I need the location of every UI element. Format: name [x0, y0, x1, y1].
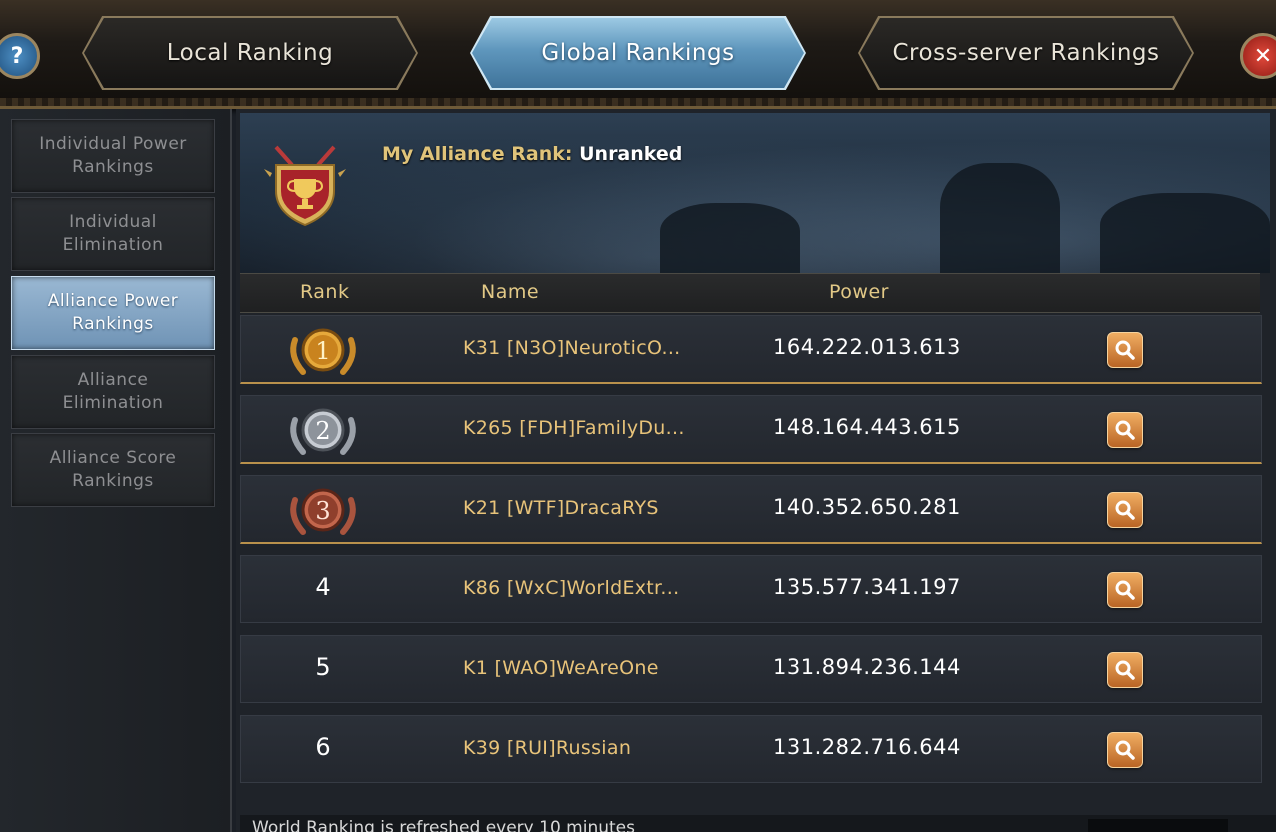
- refresh-note-text: World Ranking is refreshed every 10 minu…: [252, 818, 635, 832]
- alliance-name: K265 [FDH]FamilyDu...: [463, 417, 685, 439]
- view-alliance-button[interactable]: [1107, 492, 1143, 528]
- view-alliance-button[interactable]: [1107, 652, 1143, 688]
- my-alliance-rank-value: Unranked: [579, 143, 683, 165]
- tab-label: Local Ranking: [166, 40, 334, 66]
- column-header-power: Power: [829, 281, 889, 303]
- magnifier-icon: [1115, 500, 1135, 520]
- table-row[interactable]: 2 K265 [FDH]FamilyDu... 148.164.443.615: [240, 395, 1262, 464]
- rank-number: 5: [315, 653, 331, 681]
- tab-label: Cross-server Rankings: [892, 40, 1160, 66]
- alliance-rank-banner: My Alliance Rank: Unranked: [240, 113, 1270, 273]
- my-alliance-rank: My Alliance Rank: Unranked: [382, 143, 682, 165]
- medal-rank-text: 1: [315, 337, 330, 365]
- view-alliance-button[interactable]: [1107, 412, 1143, 448]
- column-header-rank: Rank: [300, 281, 350, 303]
- alliance-power: 131.894.236.144: [773, 655, 961, 679]
- sidebar-item-alliance-elimination[interactable]: Alliance Elimination: [11, 355, 215, 429]
- alliance-name: K39 [RUI]Russian: [463, 737, 632, 759]
- table-row[interactable]: 3 K21 [WTF]DracaRYS 140.352.650.281: [240, 475, 1262, 544]
- alliance-name: K86 [WxC]WorldExtr...: [463, 577, 680, 599]
- medal-rank-text: 3: [315, 497, 330, 525]
- alliance-power: 140.352.650.281: [773, 495, 961, 519]
- laurel-medal-icon: 2: [290, 408, 356, 455]
- table-row[interactable]: 5 K1 [WAO]WeAreOne 131.894.236.144: [240, 635, 1262, 703]
- view-alliance-button[interactable]: [1107, 332, 1143, 368]
- top-tab-bar: ? Local Ranking Global Rankings Cross-se…: [0, 0, 1276, 109]
- alliance-power: 131.282.716.644: [773, 735, 961, 759]
- tab-local-ranking[interactable]: Local Ranking: [82, 16, 418, 90]
- laurel-medal-icon: 3: [290, 488, 356, 535]
- tab-global-rankings[interactable]: Global Rankings: [470, 16, 806, 90]
- table-row[interactable]: 6 K39 [RUI]Russian 131.282.716.644: [240, 715, 1262, 783]
- medal-rank-text: 2: [315, 417, 330, 445]
- magnifier-icon: [1115, 580, 1135, 600]
- question-icon: ?: [10, 43, 24, 69]
- close-button[interactable]: ✕: [1240, 33, 1276, 79]
- tab-cross-server-rankings[interactable]: Cross-server Rankings: [858, 16, 1194, 90]
- alliance-power: 164.222.013.613: [773, 335, 961, 359]
- alliance-name: K1 [WAO]WeAreOne: [463, 657, 659, 679]
- my-alliance-rank-label: My Alliance Rank:: [382, 143, 573, 165]
- rankings-panel: My Alliance Rank: Unranked Rank Name Pow…: [236, 109, 1276, 832]
- sidebar-item-alliance-score-rankings[interactable]: Alliance Score Rankings: [11, 433, 215, 507]
- column-header-name: Name: [481, 281, 540, 303]
- alliance-power: 148.164.443.615: [773, 415, 961, 439]
- magnifier-icon: [1115, 420, 1135, 440]
- magnifier-icon: [1115, 340, 1135, 360]
- trophy-shield-icon: [264, 145, 346, 227]
- magnifier-icon: [1115, 740, 1135, 760]
- table-row[interactable]: 1 K31 [N3O]NeuroticO... 164.222.013.613: [240, 315, 1262, 384]
- close-icon: ✕: [1253, 43, 1273, 69]
- alliance-name: K31 [N3O]NeuroticO...: [463, 337, 681, 359]
- alliance-power: 135.577.341.197: [773, 575, 961, 599]
- sidebar-item-individual-elimination[interactable]: Individual Elimination: [11, 197, 215, 271]
- sidebar-item-alliance-power-rankings[interactable]: Alliance Power Rankings: [11, 276, 215, 350]
- table-row[interactable]: 4 K86 [WxC]WorldExtr... 135.577.341.197: [240, 555, 1262, 623]
- view-alliance-button[interactable]: [1107, 732, 1143, 768]
- laurel-medal-icon: 1: [290, 328, 356, 375]
- alliance-name: K21 [WTF]DracaRYS: [463, 497, 659, 519]
- ranking-category-sidebar: Individual Power Rankings Individual Eli…: [0, 109, 232, 832]
- tab-label: Global Rankings: [541, 40, 735, 66]
- sidebar-item-individual-power-rankings[interactable]: Individual Power Rankings: [11, 119, 215, 193]
- refresh-note: World Ranking is refreshed every 10 minu…: [240, 815, 1276, 832]
- help-button[interactable]: ?: [0, 33, 40, 79]
- footer-badge: [1088, 819, 1228, 832]
- table-header: Rank Name Power: [240, 273, 1260, 313]
- rank-number: 6: [315, 733, 331, 761]
- rank-number: 4: [315, 573, 331, 601]
- magnifier-icon: [1115, 660, 1135, 680]
- view-alliance-button[interactable]: [1107, 572, 1143, 608]
